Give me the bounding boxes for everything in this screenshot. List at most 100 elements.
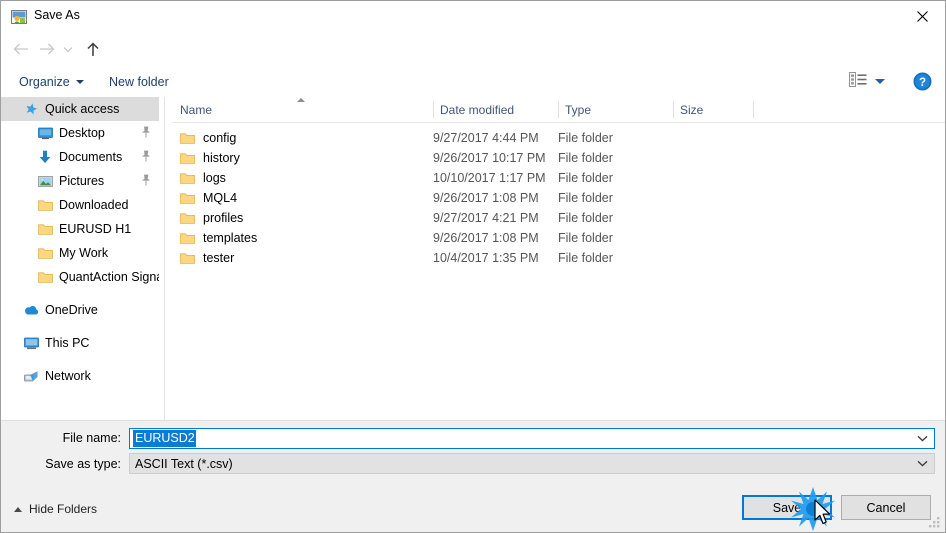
table-row[interactable]: templates 9/26/2017 1:08 PM File folder xyxy=(173,228,945,248)
splitter-line xyxy=(164,97,165,420)
file-date-cell: 9/26/2017 10:17 PM xyxy=(433,151,546,165)
folder-icon xyxy=(180,212,195,225)
file-name-cell: history xyxy=(180,151,240,165)
save-button-label: Save xyxy=(772,500,802,515)
file-type-cell: File folder xyxy=(558,231,613,245)
folder-icon xyxy=(180,172,195,185)
chevron-down-icon[interactable] xyxy=(910,460,934,467)
change-view-button[interactable] xyxy=(849,72,885,90)
sidebar-item-eurusd-h1[interactable]: EURUSD H1 xyxy=(1,217,159,241)
sidebar-item-label: QuantAction Signal xyxy=(59,270,159,284)
pin-icon[interactable] xyxy=(141,150,151,165)
sidebar-item-onedrive[interactable]: OneDrive xyxy=(1,298,159,322)
column-header-date-modified[interactable]: Date modified xyxy=(433,97,558,122)
sidebar-item-documents[interactable]: Documents xyxy=(1,145,159,169)
sidebar-item-pictures[interactable]: Pictures xyxy=(1,169,159,193)
navigation-bar: « Roaming › MetaQuotes › Terminal › 9155… xyxy=(1,32,945,92)
file-date-cell: 9/26/2017 1:08 PM xyxy=(433,231,539,245)
desktop-icon xyxy=(37,125,53,141)
title-bar: Save As xyxy=(1,1,945,32)
file-name-label: templates xyxy=(203,231,258,245)
table-row[interactable]: profiles 9/27/2017 4:21 PM File folder xyxy=(173,208,945,228)
folder-icon xyxy=(180,252,195,265)
up-button[interactable] xyxy=(81,37,105,61)
view-layout-icon xyxy=(849,72,867,90)
recent-locations-button[interactable] xyxy=(59,37,77,61)
table-row[interactable]: config 9/27/2017 4:44 PM File folder xyxy=(173,128,945,148)
sidebar-item-my-work[interactable]: My Work xyxy=(1,241,159,265)
file-name-input[interactable]: EURUSD2 xyxy=(129,428,935,449)
help-button[interactable]: ? xyxy=(913,72,932,91)
pane-splitter[interactable] xyxy=(159,97,173,420)
sidebar-item-label: Network xyxy=(45,369,91,383)
column-header-label: Name xyxy=(180,102,213,117)
file-name-cell: config xyxy=(180,131,236,145)
file-date-cell: 9/27/2017 4:44 PM xyxy=(433,131,539,145)
table-row[interactable]: history 9/26/2017 10:17 PM File folder xyxy=(173,148,945,168)
sidebar-item-label: Desktop xyxy=(59,126,105,140)
sidebar-item-this-pc[interactable]: This PC xyxy=(1,331,159,355)
new-folder-button[interactable]: New folder xyxy=(105,72,173,92)
save-button[interactable]: Save xyxy=(742,495,832,520)
hide-folders-button[interactable]: Hide Folders xyxy=(14,502,97,516)
command-bar: Organize New folder ? xyxy=(1,66,945,98)
sidebar-item-label: OneDrive xyxy=(45,303,98,317)
file-name-cell: logs xyxy=(180,171,226,185)
table-row[interactable]: logs 10/10/2017 1:17 PM File folder xyxy=(173,168,945,188)
pin-icon[interactable] xyxy=(141,174,151,189)
file-name-label: history xyxy=(203,151,240,165)
table-row[interactable]: MQL4 9/26/2017 1:08 PM File folder xyxy=(173,188,945,208)
file-date-cell: 10/4/2017 1:35 PM xyxy=(433,251,539,265)
folder-icon xyxy=(37,221,53,237)
sidebar-item-quantaction-signal[interactable]: QuantAction Signal xyxy=(1,265,159,289)
cancel-button[interactable]: Cancel xyxy=(841,495,931,520)
cancel-button-label: Cancel xyxy=(866,500,906,515)
onedrive-icon xyxy=(23,302,39,318)
column-header-label: Type xyxy=(565,102,592,117)
folder-icon xyxy=(180,132,195,145)
column-header-name[interactable]: Name xyxy=(173,97,433,122)
column-header-size[interactable]: Size xyxy=(673,97,753,122)
documents-icon xyxy=(37,149,53,165)
forward-button[interactable] xyxy=(35,37,59,61)
sidebar-item-network[interactable]: Network xyxy=(1,364,159,388)
save-as-type-value: ASCII Text (*.csv) xyxy=(135,456,233,471)
file-name-label: config xyxy=(203,131,237,145)
file-name-cell: profiles xyxy=(180,211,243,225)
file-name-label: File name: xyxy=(62,431,121,445)
folder-icon xyxy=(180,152,195,165)
folder-icon xyxy=(37,245,53,261)
star-pin-icon xyxy=(23,101,39,117)
sidebar-item-desktop[interactable]: Desktop xyxy=(1,121,159,145)
save-as-dialog: Save As Search 915566BA06ADA40756... Org… xyxy=(0,0,946,533)
save-as-type-select[interactable]: ASCII Text (*.csv) xyxy=(129,453,935,474)
file-name-label: logs xyxy=(203,171,226,185)
file-type-cell: File folder xyxy=(558,151,613,165)
hide-folders-label: Hide Folders xyxy=(29,502,98,516)
organize-button[interactable]: Organize xyxy=(15,72,88,92)
sidebar-item-quick-access[interactable]: Quick access xyxy=(1,97,159,121)
thispc-icon xyxy=(23,335,39,351)
file-name-label: tester xyxy=(203,251,235,265)
chevron-down-icon[interactable] xyxy=(910,435,934,442)
file-name-label: profiles xyxy=(203,211,244,225)
back-button[interactable] xyxy=(9,37,33,61)
resize-grip[interactable] xyxy=(929,517,941,529)
folder-icon xyxy=(180,232,195,245)
table-row[interactable]: tester 10/4/2017 1:35 PM File folder xyxy=(173,248,945,268)
chevron-down-icon xyxy=(875,78,885,84)
chevron-up-icon xyxy=(14,506,22,512)
column-header-label: Date modified xyxy=(440,102,515,117)
column-header-label: Size xyxy=(680,102,704,117)
sidebar-item-label: Quick access xyxy=(45,102,120,116)
pin-icon[interactable] xyxy=(141,126,151,141)
sidebar-item-downloaded[interactable]: Downloaded xyxy=(1,193,159,217)
file-name-cell: MQL4 xyxy=(180,191,237,205)
column-header-type[interactable]: Type xyxy=(558,97,673,122)
column-divider[interactable] xyxy=(753,101,754,118)
sort-ascending-icon xyxy=(297,98,305,102)
close-button[interactable] xyxy=(899,1,945,31)
